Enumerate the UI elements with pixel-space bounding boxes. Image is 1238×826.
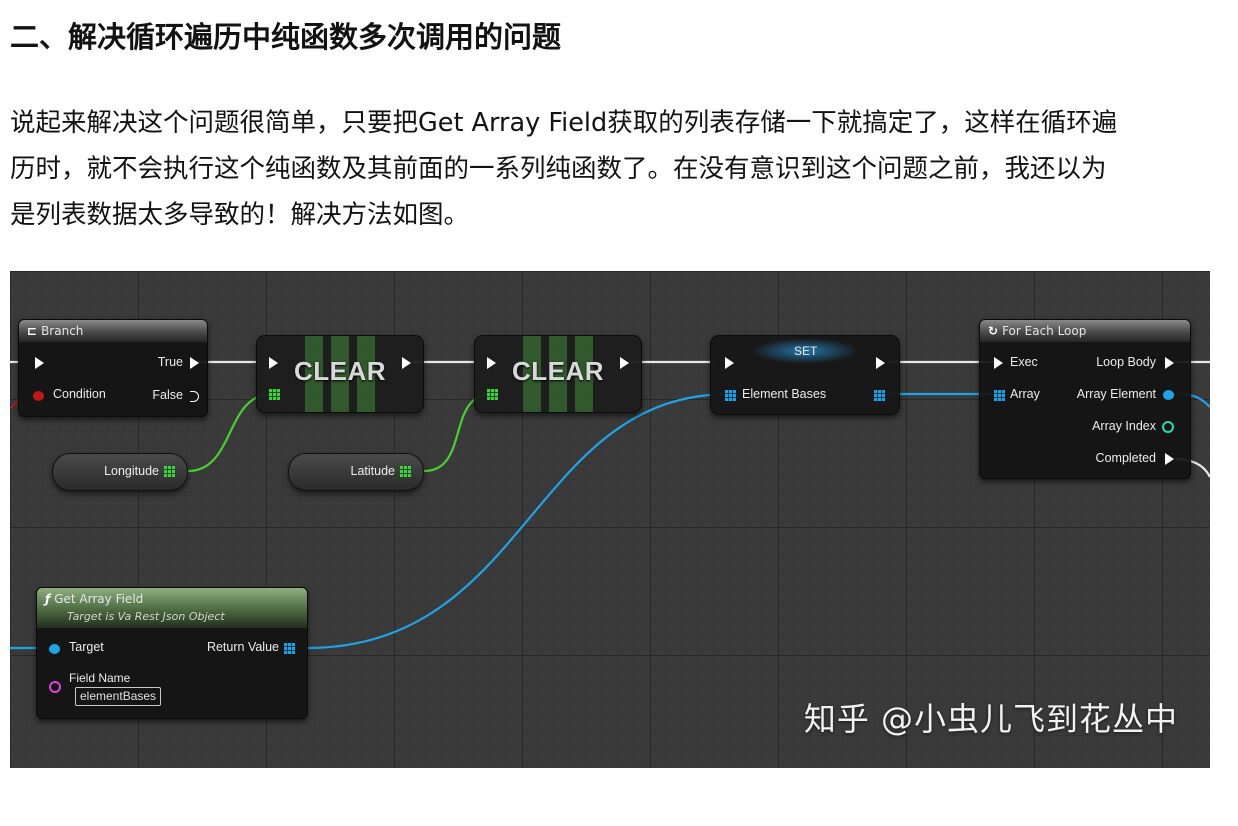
branch-header: ⊏ Branch [19,320,207,342]
paragraph-line: 说起来解决这个问题很简单，只要把Get Array Field获取的列表存储一下… [10,108,1118,138]
for-each-loop-node[interactable]: ↻ For Each Loop Exec Loop Body Array Arra… [979,319,1191,479]
get-array-field-subtitle: Target is Va Rest Json Object [67,610,225,623]
article-paragraph: 说起来解决这个问题很简单，只要把Get Array Field获取的列表存储一下… [10,100,1225,238]
latitude-array-pin[interactable] [400,466,411,477]
array-index-pin[interactable] [1162,421,1174,433]
array-in-pin[interactable] [994,390,1005,401]
exec-in-pin[interactable] [994,357,1003,369]
target-label: Target [69,640,104,654]
get-array-field-title: Get Array Field [54,592,144,606]
latitude-variable-node[interactable]: Latitude [288,453,424,491]
return-value-label: Return Value [206,640,279,654]
completed-pin[interactable] [1165,453,1174,465]
field-name-label: Field Name [69,671,131,685]
clear-label: CLEAR [511,356,605,386]
return-value-pin[interactable] [284,643,295,654]
for-each-header: ↻ For Each Loop [980,320,1190,342]
clear-node-1[interactable]: CLEAR [256,335,424,413]
exec-out-pin[interactable] [876,357,885,369]
array-element-pin[interactable] [1163,390,1174,400]
field-name-pin[interactable] [49,681,61,693]
false-exec-pin[interactable] [190,391,199,402]
longitude-variable-node[interactable]: Longitude [52,453,188,491]
true-label: True [157,355,183,369]
longitude-array-pin[interactable] [164,466,175,477]
set-title: SET [794,344,818,358]
exec-in-pin[interactable] [35,357,44,369]
longitude-label: Longitude [104,464,159,478]
function-icon: ƒ [45,592,51,606]
target-pin[interactable] [49,644,60,654]
array-label: Array [1010,387,1040,401]
loop-icon: ↻ [988,324,999,338]
clear-label: CLEAR [293,356,387,386]
target-array-pin[interactable] [269,389,280,400]
bool-wire [10,400,19,409]
exec-in-pin[interactable] [725,357,734,369]
article-heading: 二、解决循环遍历中纯函数多次调用的问题 [10,20,562,54]
loop-body-label: Loop Body [1096,355,1156,369]
element-bases-out-pin[interactable] [874,390,885,401]
array-element-label: Array Element [1076,387,1156,401]
false-label: False [152,388,183,402]
target-array-pin[interactable] [487,389,498,400]
loop-body-pin[interactable] [1165,357,1174,369]
array-wire [305,392,731,650]
set-node[interactable]: SET Element Bases [710,335,900,415]
field-name-input[interactable]: elementBases [75,687,162,706]
branch-title: Branch [41,324,84,338]
paragraph-line: 是列表数据太多导致的！解决方法如图。 [10,200,470,230]
zhihu-watermark: 知乎 @小虫儿飞到花丛中 [803,700,1178,738]
condition-label: Condition [53,387,106,401]
for-each-title: For Each Loop [1002,324,1087,338]
branch-icon: ⊏ [27,324,38,338]
paragraph-line: 历时，就不会执行这个纯函数及其前面的一系列纯函数了。在没有意识到这个问题之前，我… [10,154,1107,184]
exec-label: Exec [1010,355,1038,369]
get-array-field-node[interactable]: ƒ Get Array Field Target is Va Rest Json … [36,587,308,719]
latitude-label: Latitude [350,464,395,478]
element-bases-in-pin[interactable] [725,390,736,401]
array-index-label: Array Index [1092,419,1156,433]
branch-node[interactable]: ⊏ Branch True Condition False [18,319,208,417]
clear-node-2[interactable]: CLEAR [474,335,642,413]
blueprint-graph-image: ⊏ Branch True Condition False CLEAR CLEAR… [10,271,1210,768]
condition-pin[interactable] [33,391,44,401]
element-bases-label: Element Bases [742,387,827,401]
true-exec-pin[interactable] [190,357,199,369]
completed-label: Completed [1095,451,1156,465]
